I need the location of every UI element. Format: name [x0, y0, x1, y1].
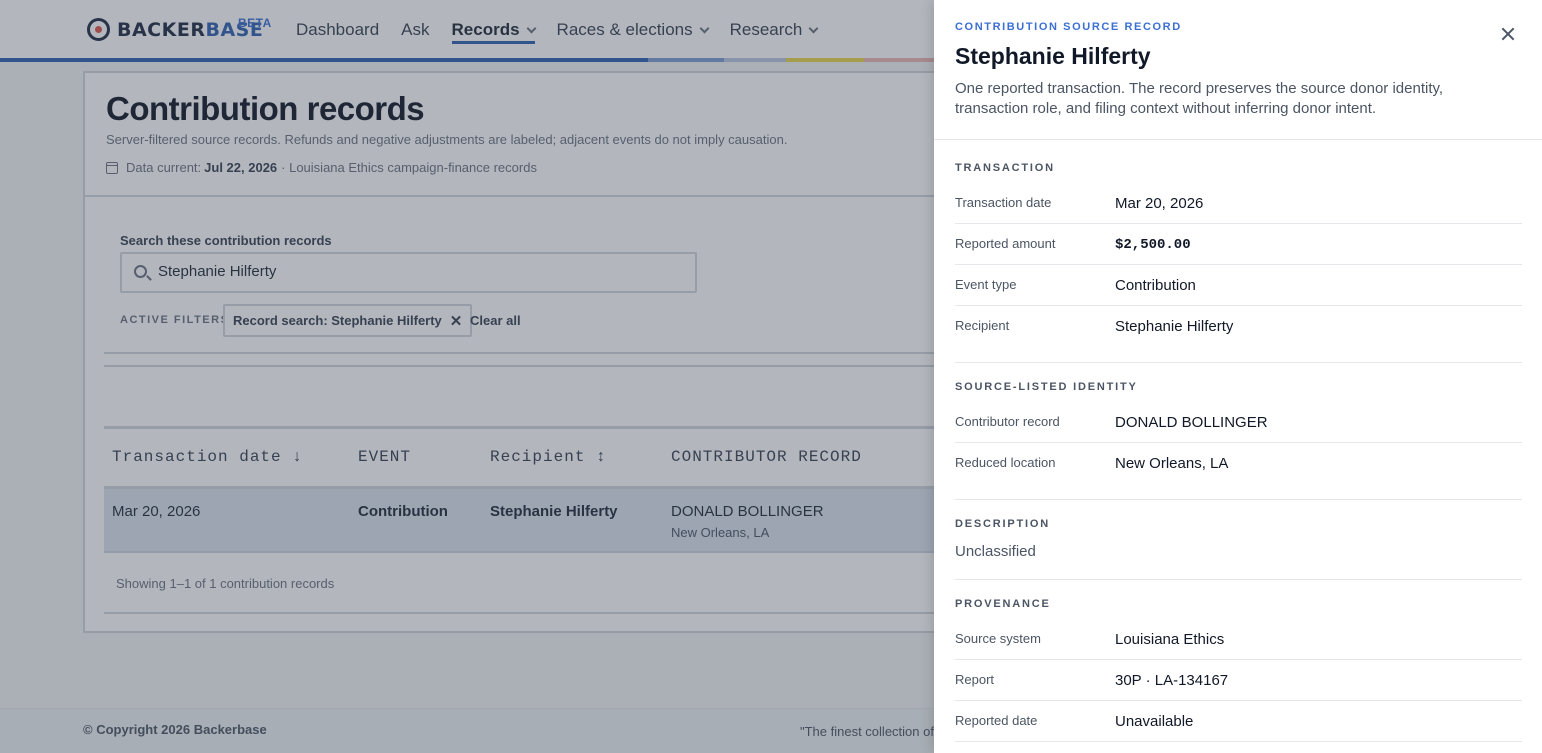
field-contributor-record: Contributor record DONALD BOLLINGER — [955, 402, 1522, 443]
drawer-title: Stephanie Hilferty — [955, 43, 1151, 69]
divider — [955, 362, 1522, 363]
field-recipient: Recipient Stephanie Hilferty — [955, 318, 1234, 335]
field-reported-amount: Reported amount $2,500.00 — [955, 224, 1522, 265]
drawer-eyebrow: CONTRIBUTION SOURCE RECORD — [955, 21, 1182, 33]
field-transaction-date: Transaction date Mar 20, 2026 — [955, 183, 1522, 224]
field-reduced-location: Reduced location New Orleans, LA — [955, 455, 1229, 472]
section-description-heading: DESCRIPTION — [955, 518, 1050, 530]
divider — [934, 139, 1542, 140]
field-source-system: Source system Louisiana Ethics — [955, 619, 1522, 660]
field-report: Report 30P · LA-134167 — [955, 660, 1522, 701]
section-provenance-heading: PROVENANCE — [955, 598, 1051, 610]
divider — [955, 579, 1522, 580]
close-icon[interactable] — [1498, 24, 1518, 44]
section-transaction-heading: TRANSACTION — [955, 162, 1055, 174]
drawer-description: One reported transaction. The record pre… — [955, 80, 1444, 117]
field-event-type: Event type Contribution — [955, 265, 1522, 306]
record-detail-drawer: CONTRIBUTION SOURCE RECORD Stephanie Hil… — [934, 0, 1542, 753]
section-identity-heading: SOURCE-LISTED IDENTITY — [955, 381, 1138, 393]
field-reported-date: Reported date Unavailable — [955, 701, 1522, 742]
description-value: Unclassified — [955, 543, 1036, 560]
divider — [955, 499, 1522, 500]
